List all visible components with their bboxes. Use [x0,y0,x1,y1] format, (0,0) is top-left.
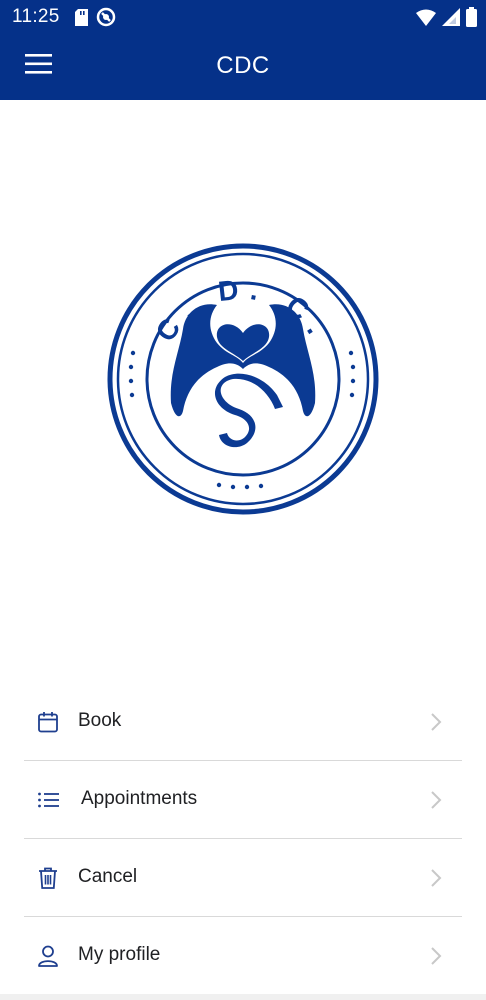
menu-item-label: Appointments [81,788,198,809]
battery-icon [466,7,477,32]
bottom-edge [0,994,486,1000]
main-menu-list: Book Appointments Cancel My profile [24,683,462,995]
menu-item-label: My profile [78,944,161,965]
list-icon [36,788,60,812]
status-time: 11:25 [12,6,60,27]
menu-item-my-profile[interactable]: My profile [24,917,462,995]
menu-item-label: Book [78,710,122,731]
calendar-icon [36,710,60,734]
cell-signal-icon [442,8,460,31]
chevron-right-icon [430,712,442,732]
status-bar: 11:25 [0,0,486,34]
chevron-right-icon [430,946,442,966]
user-icon [36,944,60,968]
trash-icon [36,866,60,890]
wifi-icon [416,9,436,31]
app-bar: CDC [0,34,486,100]
sd-card-icon [75,8,88,31]
cdc-logo: C. D. C. [107,243,379,515]
menu-item-cancel[interactable]: Cancel [24,839,462,917]
menu-item-book[interactable]: Book [24,683,462,761]
menu-item-appointments[interactable]: Appointments [24,761,462,839]
data-saver-icon [96,7,116,32]
menu-item-label: Cancel [78,866,138,887]
chevron-right-icon [430,868,442,888]
app-title: CDC [216,52,270,79]
chevron-right-icon [430,790,442,810]
